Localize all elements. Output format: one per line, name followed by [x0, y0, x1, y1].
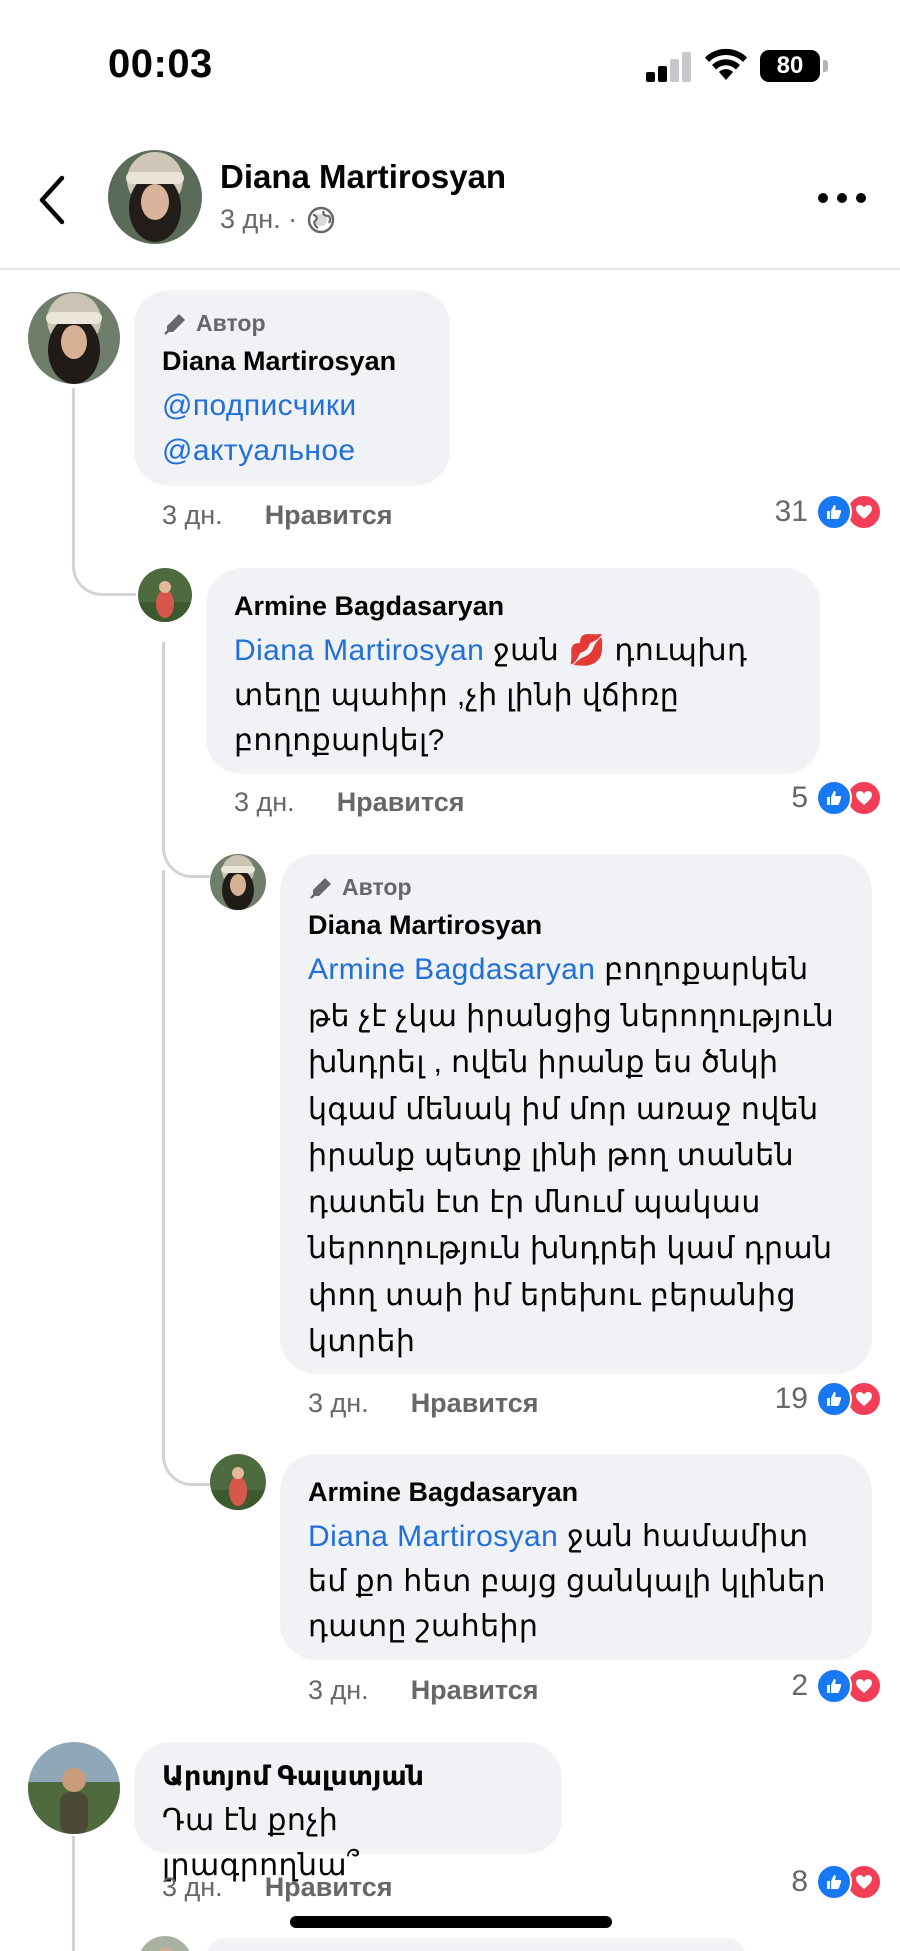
comment-time: 3 дн. — [162, 500, 223, 530]
microphone-icon — [164, 313, 185, 335]
commenter-name[interactable]: Diana Martirosyan — [162, 343, 422, 379]
thumbs-up-icon — [816, 494, 852, 530]
mention-link[interactable]: Diana Martirosyan — [308, 1520, 558, 1553]
post-header: Diana Martirosyan 3 дн. · — [0, 130, 900, 270]
reaction-count: 8 — [791, 1865, 808, 1898]
commenter-name[interactable]: Diana Martirosyan — [308, 907, 844, 943]
like-button[interactable]: Нравится — [411, 1675, 539, 1706]
comment-bubble: Armine Bagdasaryan Diana Martirosyan ջան… — [280, 1454, 872, 1660]
mention-link[interactable]: @актуальное — [162, 428, 422, 473]
thread-line — [72, 388, 136, 596]
comment-bubble: Արտյոմ Գալստյան Դա էն քոչի լրագրողնա՞ — [134, 1742, 562, 1882]
wifi-icon — [705, 48, 747, 80]
globe-icon — [307, 206, 335, 233]
dot — [837, 193, 847, 203]
like-button[interactable]: Нравится — [265, 500, 393, 531]
comment-time: 3 дн. — [308, 1675, 369, 1705]
post-author-name[interactable]: Diana Martirosyan — [220, 158, 506, 196]
author-badge: Автор — [162, 310, 422, 337]
reaction-count: 5 — [791, 781, 808, 814]
author-badge-label: Автор — [342, 874, 412, 900]
thumbs-up-icon — [816, 780, 852, 816]
battery-indicator: 80 — [760, 50, 820, 82]
author-badge: Автор — [308, 874, 844, 901]
comment-text: @подписчики @актуальное — [162, 383, 422, 473]
like-button[interactable]: Нравится — [265, 1872, 393, 1903]
comment-actions: 3 дн. Нравится — [308, 1388, 539, 1419]
reaction-summary[interactable]: 8 — [791, 1864, 882, 1900]
comment-actions: 3 дн. Нравится — [308, 1675, 539, 1706]
commenter-avatar[interactable] — [210, 1454, 266, 1510]
reaction-count: 31 — [774, 495, 808, 528]
reaction-summary[interactable]: 2 — [791, 1668, 882, 1704]
commenter-name[interactable]: Արտյոմ Գալստյան — [162, 1758, 534, 1794]
post-meta: 3 дн. · — [220, 204, 335, 235]
commenter-avatar[interactable] — [138, 1936, 192, 1951]
battery-tip — [823, 60, 828, 72]
commenter-avatar[interactable] — [210, 854, 266, 910]
comment-actions: 3 дн. Нравится — [162, 1872, 393, 1903]
thumbs-up-icon — [816, 1864, 852, 1900]
commenter-avatar[interactable] — [138, 568, 192, 622]
home-indicator[interactable] — [290, 1916, 612, 1928]
thumbs-up-icon — [816, 1668, 852, 1704]
reaction-summary[interactable]: 31 — [775, 494, 882, 530]
comment-bubble — [206, 1938, 746, 1951]
thread-line — [162, 870, 210, 1486]
microphone-icon — [310, 877, 331, 899]
comment-text: Diana Martirosyan ջան համամիտ եմ քո հետ … — [308, 1514, 844, 1649]
author-avatar[interactable] — [108, 150, 202, 244]
cellular-signal-icon — [646, 52, 692, 82]
comment-time: 3 дн. — [308, 1388, 369, 1418]
like-button[interactable]: Нравится — [337, 787, 465, 818]
reaction-count: 2 — [791, 1669, 808, 1702]
reaction-count: 19 — [774, 1382, 808, 1415]
back-arrow-icon[interactable] — [34, 170, 74, 230]
commenter-avatar[interactable] — [28, 1742, 120, 1834]
comment-text: Diana Martirosyan ջան 💋 դուպխդ տեղը պահի… — [234, 628, 792, 763]
comment-time: 3 дн. — [234, 787, 295, 817]
commenter-name[interactable]: Armine Bagdasaryan — [308, 1474, 844, 1510]
thread-line — [72, 1836, 75, 1951]
author-badge-label: Автор — [196, 310, 266, 336]
comment-actions: 3 дн. Нравится — [162, 500, 393, 531]
thread-line — [162, 642, 210, 878]
mention-link[interactable]: Diana Martirosyan — [234, 634, 484, 667]
comment-bubble: Автор Diana Martirosyan @подписчики @акт… — [134, 290, 450, 486]
comment-time: 3 дн. — [162, 1872, 223, 1902]
status-time: 00:03 — [108, 42, 213, 86]
status-bar: 00:03 80 — [0, 0, 900, 130]
comment-body: բողոքարկեն թե չէ չկա իրանցից ներողությու… — [308, 953, 835, 1358]
comment-actions: 3 дн. Нравится — [234, 787, 465, 818]
commenter-avatar[interactable] — [28, 292, 120, 384]
mention-link[interactable]: @подписчики — [162, 383, 422, 428]
dot — [818, 193, 828, 203]
post-time: 3 дн. · — [220, 204, 298, 234]
like-button[interactable]: Нравится — [411, 1388, 539, 1419]
reaction-summary[interactable]: 5 — [791, 780, 882, 816]
comment-bubble: Автор Diana Martirosyan Armine Bagdasary… — [280, 854, 872, 1374]
comment-text: Armine Bagdasaryan բողոքարկեն թե չէ չկա … — [308, 947, 844, 1366]
commenter-name[interactable]: Armine Bagdasaryan — [234, 588, 792, 624]
dot — [856, 193, 866, 203]
comment-bubble: Armine Bagdasaryan Diana Martirosyan ջան… — [206, 568, 820, 774]
reaction-summary[interactable]: 19 — [775, 1381, 882, 1417]
more-options-button[interactable] — [818, 186, 866, 210]
thumbs-up-icon — [816, 1381, 852, 1417]
mention-link[interactable]: Armine Bagdasaryan — [308, 953, 595, 986]
